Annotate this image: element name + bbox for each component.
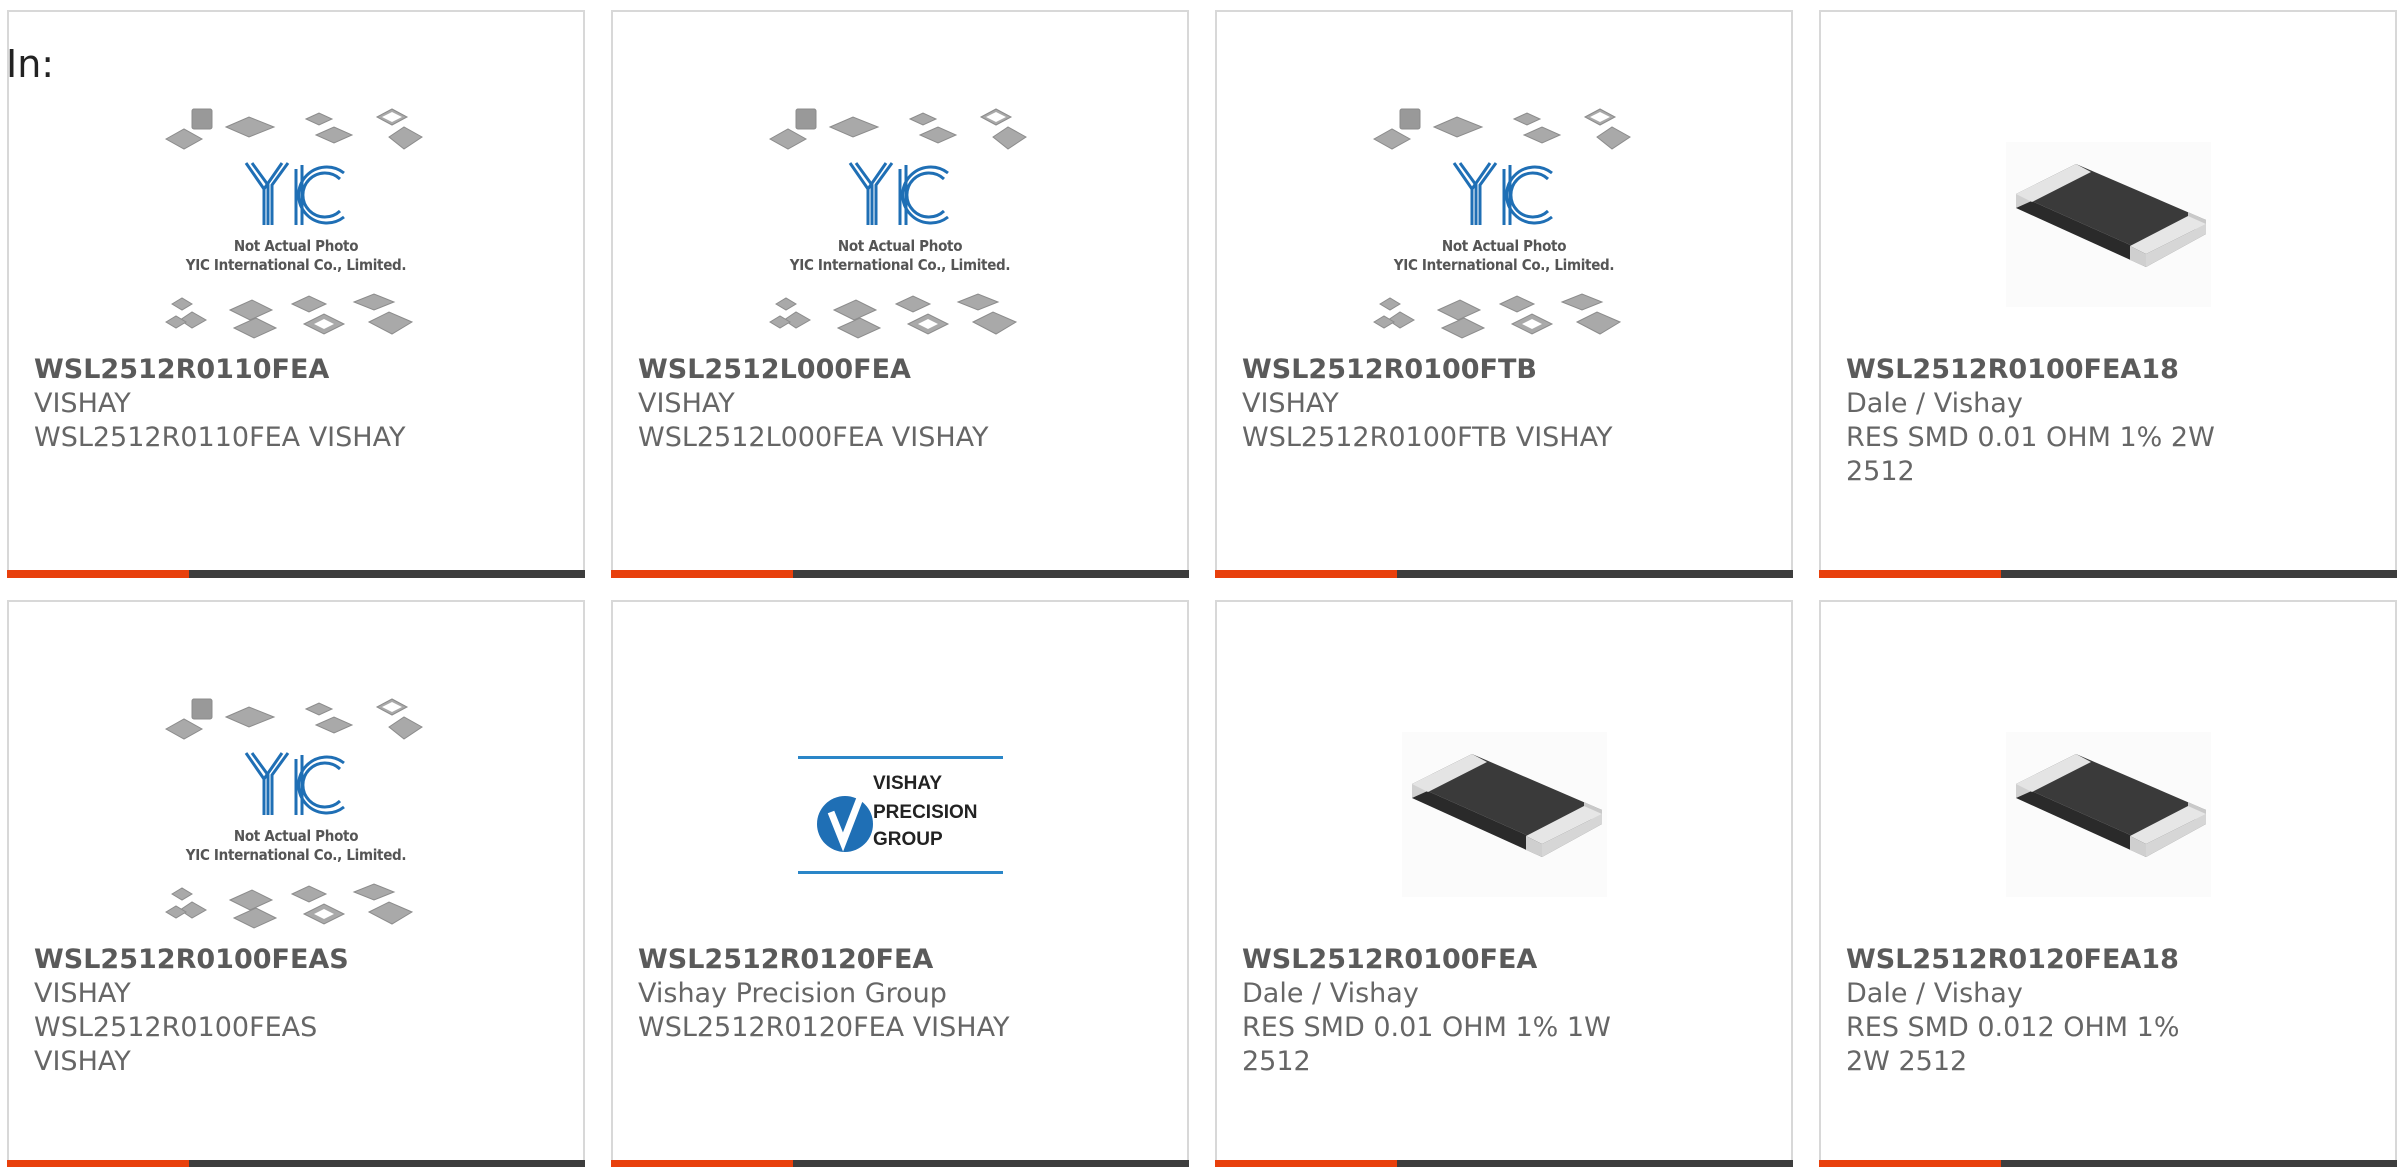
product-photo[interactable]: VISHAY PRECISION GROUP	[613, 682, 1187, 947]
not-actual-photo-text: Not Actual Photo	[233, 237, 359, 255]
chips-icon	[768, 293, 1017, 339]
yic-placeholder-image: Not Actual Photo YIC International Co., …	[164, 697, 429, 932]
product-grid-page: Not Actual Photo YIC International Co., …	[0, 0, 2400, 1167]
product-card[interactable]: Not Actual Photo YIC International Co., …	[7, 600, 585, 1167]
part-number-link[interactable]: WSL2512R0110FEA	[34, 353, 414, 387]
vishay-precision-group-logo: VISHAY PRECISION GROUP	[797, 753, 1003, 876]
product-card[interactable]: WSL2512R0100FEA Dale / Vishay RES SMD 0.01…	[1215, 600, 1793, 1167]
card-accent-bar	[611, 1160, 793, 1167]
not-actual-photo-text: Not Actual Photo	[233, 827, 359, 845]
product-photo[interactable]	[1821, 92, 2395, 357]
card-bottom-bar	[1819, 570, 2397, 578]
chips-icon	[164, 698, 423, 740]
smd-resistor-image	[1401, 732, 1607, 897]
product-photo[interactable]: Not Actual Photo YIC International Co., …	[9, 682, 583, 947]
product-info: WSL2512R0100FTB VISHAY WSL2512R0100FTB VIS…	[1242, 353, 1622, 455]
manufacturer: VISHAY	[1242, 388, 1339, 419]
manufacturer: Vishay Precision Group	[638, 978, 947, 1009]
vpg-line3: GROUP	[873, 829, 943, 850]
card-accent-bar	[1215, 1160, 1397, 1167]
card-bottom-bar	[1215, 1160, 1793, 1167]
card-accent-bar	[7, 570, 189, 578]
card-bottom-bar	[7, 1160, 585, 1167]
card-accent-bar	[1819, 1160, 2001, 1167]
description: WSL2512R0110FEA VISHAY	[34, 422, 406, 453]
product-info: WSL2512R0120FEA18 Dale / Vishay RES SMD 0.…	[1846, 943, 2226, 1079]
description: WSL2512R0100FEAS VISHAY	[34, 1012, 318, 1077]
yic-logo-icon	[244, 162, 345, 225]
product-card[interactable]: Not Actual Photo YIC International Co., …	[1215, 10, 1793, 578]
manufacturer: Dale / Vishay	[1242, 978, 1419, 1009]
card-accent-bar	[1819, 570, 2001, 578]
yic-logo-icon	[848, 162, 949, 225]
product-info: WSL2512R0110FEA VISHAY WSL2512R0110FEA VIS…	[34, 353, 414, 455]
product-card[interactable]: WSL2512R0100FEA18 Dale / Vishay RES SMD 0.…	[1819, 10, 2397, 578]
yic-placeholder-image: Not Actual Photo YIC International Co., …	[768, 107, 1033, 342]
description: WSL2512R0100FTB VISHAY	[1242, 422, 1613, 453]
card-accent-bar	[611, 570, 793, 578]
smd-resistor-image	[2005, 732, 2211, 897]
part-number-link[interactable]: WSL2512R0120FEA18	[1846, 943, 2226, 977]
chips-icon	[768, 108, 1027, 150]
product-photo[interactable]	[1821, 682, 2395, 947]
product-photo[interactable]: Not Actual Photo YIC International Co., …	[1217, 92, 1791, 357]
product-info: WSL2512R0100FEA Dale / Vishay RES SMD 0.01…	[1242, 943, 1622, 1079]
yic-company-text: YIC International Co., Limited.	[789, 256, 1011, 274]
yic-placeholder-image: Not Actual Photo YIC International Co., …	[1372, 107, 1637, 342]
chips-icon	[1372, 293, 1621, 339]
manufacturer: VISHAY	[34, 978, 131, 1009]
product-photo[interactable]: Not Actual Photo YIC International Co., …	[9, 92, 583, 357]
chips-icon	[164, 293, 413, 339]
not-actual-photo-text: Not Actual Photo	[1441, 237, 1567, 255]
yic-logo-icon	[244, 752, 345, 815]
product-info: WSL2512R0120FEA Vishay Precision Group WSL…	[638, 943, 1018, 1045]
chips-icon	[164, 108, 423, 150]
not-actual-photo-text: Not Actual Photo	[837, 237, 963, 255]
product-card[interactable]: WSL2512R0120FEA18 Dale / Vishay RES SMD 0.…	[1819, 600, 2397, 1167]
product-card[interactable]: VISHAY PRECISION GROUP WSL2512R0120FEA Vi…	[611, 600, 1189, 1167]
description: RES SMD 0.01 OHM 1% 1W 2512	[1242, 1012, 1611, 1077]
vpg-line2: PRECISION	[873, 802, 978, 823]
vpg-line1: VISHAY	[873, 773, 942, 794]
card-accent-bar	[7, 1160, 189, 1167]
card-bottom-bar	[7, 570, 585, 578]
yic-company-text: YIC International Co., Limited.	[185, 256, 407, 274]
yic-company-text: YIC International Co., Limited.	[1393, 256, 1615, 274]
card-bottom-bar	[1819, 1160, 2397, 1167]
manufacturer: Dale / Vishay	[1846, 388, 2023, 419]
card-bottom-bar	[611, 1160, 1189, 1167]
product-info: WSL2512R0100FEA18 Dale / Vishay RES SMD 0.…	[1846, 353, 2226, 489]
product-info: WSL2512L000FEA VISHAY WSL2512L000FEA VISHA…	[638, 353, 1018, 455]
card-accent-bar	[1215, 570, 1397, 578]
product-card[interactable]: Not Actual Photo YIC International Co., …	[7, 10, 585, 578]
description: WSL2512L000FEA VISHAY	[638, 422, 989, 453]
yic-logo-icon	[1452, 162, 1553, 225]
product-photo[interactable]: Not Actual Photo YIC International Co., …	[613, 92, 1187, 357]
yic-placeholder-image: Not Actual Photo YIC International Co., …	[164, 107, 429, 342]
chips-icon	[164, 883, 413, 929]
part-number-link[interactable]: WSL2512R0100FTB	[1242, 353, 1622, 387]
description: WSL2512R0120FEA VISHAY	[638, 1012, 1010, 1043]
part-number-link[interactable]: WSL2512R0120FEA	[638, 943, 1018, 977]
description: RES SMD 0.01 OHM 1% 2W 2512	[1846, 422, 2215, 487]
in-label: In:	[6, 42, 55, 86]
manufacturer: Dale / Vishay	[1846, 978, 2023, 1009]
card-bottom-bar	[611, 570, 1189, 578]
manufacturer: VISHAY	[34, 388, 131, 419]
manufacturer: VISHAY	[638, 388, 735, 419]
chips-icon	[1372, 108, 1631, 150]
product-photo[interactable]	[1217, 682, 1791, 947]
part-number-link[interactable]: WSL2512R0100FEA18	[1846, 353, 2226, 387]
yic-company-text: YIC International Co., Limited.	[185, 846, 407, 864]
product-info: WSL2512R0100FEAS VISHAY WSL2512R0100FEAS V…	[34, 943, 414, 1079]
product-card[interactable]: Not Actual Photo YIC International Co., …	[611, 10, 1189, 578]
description: RES SMD 0.012 OHM 1% 2W 2512	[1846, 1012, 2180, 1077]
part-number-link[interactable]: WSL2512R0100FEA	[1242, 943, 1622, 977]
part-number-link[interactable]: WSL2512R0100FEAS	[34, 943, 414, 977]
smd-resistor-image	[2005, 142, 2211, 307]
part-number-link[interactable]: WSL2512L000FEA	[638, 353, 1018, 387]
card-bottom-bar	[1215, 570, 1793, 578]
